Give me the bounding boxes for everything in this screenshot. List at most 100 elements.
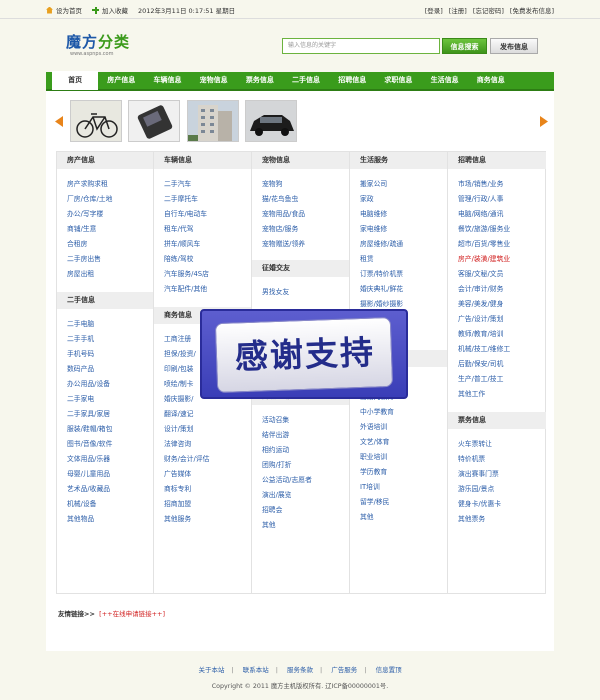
- post-info-button[interactable]: 发布信息: [490, 38, 538, 54]
- list-item[interactable]: 电脑维修: [350, 207, 447, 222]
- list-item[interactable]: 招商加盟: [154, 497, 251, 512]
- list-item[interactable]: 客服/文秘/文员: [448, 267, 546, 282]
- footer-link-about[interactable]: 关于本站: [198, 666, 224, 674]
- list-item[interactable]: 汽车服务/4S店: [154, 267, 251, 282]
- list-item[interactable]: 猫/花鸟鱼虫: [252, 192, 349, 207]
- list-item[interactable]: 职业培训: [350, 450, 447, 465]
- list-item[interactable]: 健身卡/优惠卡: [448, 497, 546, 512]
- list-item[interactable]: 男找女友: [252, 285, 349, 300]
- list-item[interactable]: 学历教育: [350, 465, 447, 480]
- list-item[interactable]: 文体用品/乐器: [57, 452, 153, 467]
- set-home-link[interactable]: 设为首页: [46, 5, 82, 15]
- list-item[interactable]: 教师/教育/培训: [448, 327, 546, 342]
- list-item[interactable]: 婚庆典礼/鲜花: [350, 282, 447, 297]
- list-item[interactable]: 相约运动: [252, 443, 349, 458]
- list-item[interactable]: 宠物用品/食品: [252, 207, 349, 222]
- thumb-bicycle[interactable]: [70, 100, 122, 142]
- list-item[interactable]: 电脑/网络/通讯: [448, 207, 546, 222]
- list-item[interactable]: 二手房出售: [57, 252, 153, 267]
- list-item[interactable]: 外语培训: [350, 420, 447, 435]
- list-item[interactable]: 文艺/体育: [350, 435, 447, 450]
- search-button[interactable]: 信息搜索: [442, 38, 487, 54]
- list-item[interactable]: 家电维修: [350, 222, 447, 237]
- list-item[interactable]: 其他票务: [448, 512, 546, 527]
- list-item[interactable]: 机械/技工/维修工: [448, 342, 546, 357]
- list-item[interactable]: 活动召集: [252, 413, 349, 428]
- nav-item[interactable]: 票务信息: [237, 71, 283, 90]
- nav-item[interactable]: 宠物信息: [191, 71, 237, 90]
- list-item[interactable]: 二手家具/家居: [57, 407, 153, 422]
- list-item[interactable]: 火车票转让: [448, 437, 546, 452]
- list-item[interactable]: 设计/策划: [154, 422, 251, 437]
- list-item[interactable]: 厂房/仓库/土地: [57, 192, 153, 207]
- list-item[interactable]: 图书/音像/软件: [57, 437, 153, 452]
- list-item[interactable]: 办公用品/设备: [57, 377, 153, 392]
- list-item[interactable]: 招聘会: [252, 503, 349, 518]
- list-item[interactable]: 游乐园/景点: [448, 482, 546, 497]
- list-item[interactable]: 二手手机: [57, 332, 153, 347]
- footer-link-top[interactable]: 信息置顶: [376, 666, 402, 674]
- forgot-password-link[interactable]: [忘记密码]: [473, 5, 504, 15]
- nav-item[interactable]: 商务信息: [468, 71, 514, 90]
- list-item[interactable]: 团购/打折: [252, 458, 349, 473]
- nav-item[interactable]: 求职信息: [375, 71, 421, 90]
- list-item[interactable]: 商标专利: [154, 482, 251, 497]
- footer-link-contact[interactable]: 联系本站: [243, 666, 269, 674]
- list-item[interactable]: 手机号码: [57, 347, 153, 362]
- list-item[interactable]: 其他物品: [57, 512, 153, 527]
- list-item[interactable]: 广告/设计/策划: [448, 312, 546, 327]
- list-item[interactable]: 二手电脑: [57, 317, 153, 332]
- list-item[interactable]: 结伴出游: [252, 428, 349, 443]
- list-item[interactable]: 合租房: [57, 237, 153, 252]
- list-item[interactable]: 财务/会计/评估: [154, 452, 251, 467]
- register-link[interactable]: [注册]: [449, 5, 467, 15]
- list-item[interactable]: 搬家公司: [350, 177, 447, 192]
- list-item[interactable]: 二手家电: [57, 392, 153, 407]
- list-item[interactable]: 机械/设备: [57, 497, 153, 512]
- list-item[interactable]: 家政: [350, 192, 447, 207]
- list-item[interactable]: 拼车/顺风车: [154, 237, 251, 252]
- list-item[interactable]: 会计/审计/财务: [448, 282, 546, 297]
- list-item[interactable]: 美容/美发/健身: [448, 297, 546, 312]
- list-item[interactable]: 其他: [350, 510, 447, 525]
- list-item[interactable]: 二手汽车: [154, 177, 251, 192]
- list-item[interactable]: 房屋维修/疏通: [350, 237, 447, 252]
- list-item[interactable]: 公益活动/志愿者: [252, 473, 349, 488]
- list-item[interactable]: 演出/展览: [252, 488, 349, 503]
- nav-item[interactable]: 车辆信息: [144, 71, 190, 90]
- site-logo[interactable]: 魔方分类 www.aspnps.com: [66, 34, 136, 62]
- list-item[interactable]: 办公/写字楼: [57, 207, 153, 222]
- list-item[interactable]: 宠物赠送/领养: [252, 237, 349, 252]
- nav-item[interactable]: 招聘信息: [329, 71, 375, 90]
- list-item[interactable]: 租车/代驾: [154, 222, 251, 237]
- list-item[interactable]: 演出赛事门票: [448, 467, 546, 482]
- list-item[interactable]: 汽车配件/其他: [154, 282, 251, 297]
- list-item[interactable]: 后勤/保安/司机: [448, 357, 546, 372]
- list-item[interactable]: 生产/普工/技工: [448, 372, 546, 387]
- list-item-highlighted[interactable]: 房产/装潢/建筑业: [448, 252, 546, 267]
- list-item[interactable]: 房产求购求租: [57, 177, 153, 192]
- list-item[interactable]: 艺术品/收藏品: [57, 482, 153, 497]
- list-item[interactable]: 其他工作: [448, 387, 546, 402]
- list-item[interactable]: 服装/鞋帽/箱包: [57, 422, 153, 437]
- add-favorite-link[interactable]: 加入收藏: [92, 5, 128, 15]
- footer-link-terms[interactable]: 服务条款: [287, 666, 313, 674]
- list-item[interactable]: 商铺/生意: [57, 222, 153, 237]
- nav-item[interactable]: 二手信息: [283, 71, 329, 90]
- list-item[interactable]: 市场/销售/业务: [448, 177, 546, 192]
- thumb-phone[interactable]: [128, 100, 180, 142]
- thumb-car[interactable]: [245, 100, 297, 142]
- list-item[interactable]: 自行车/电动车: [154, 207, 251, 222]
- apply-link[interactable]: [++在线申请链接++]: [99, 610, 165, 618]
- thumb-building[interactable]: [187, 100, 239, 142]
- list-item[interactable]: 其他服务: [154, 512, 251, 527]
- login-link[interactable]: [登录]: [425, 5, 443, 15]
- nav-item[interactable]: 首页: [52, 71, 99, 90]
- list-item[interactable]: 订票/特价机票: [350, 267, 447, 282]
- list-item[interactable]: 宠物狗: [252, 177, 349, 192]
- free-post-link[interactable]: [免费发布信息]: [510, 5, 554, 15]
- footer-link-ads[interactable]: 广告服务: [331, 666, 357, 674]
- list-item[interactable]: 二手摩托车: [154, 192, 251, 207]
- list-item[interactable]: 餐饮/旅游/服务业: [448, 222, 546, 237]
- list-item[interactable]: 租赁: [350, 252, 447, 267]
